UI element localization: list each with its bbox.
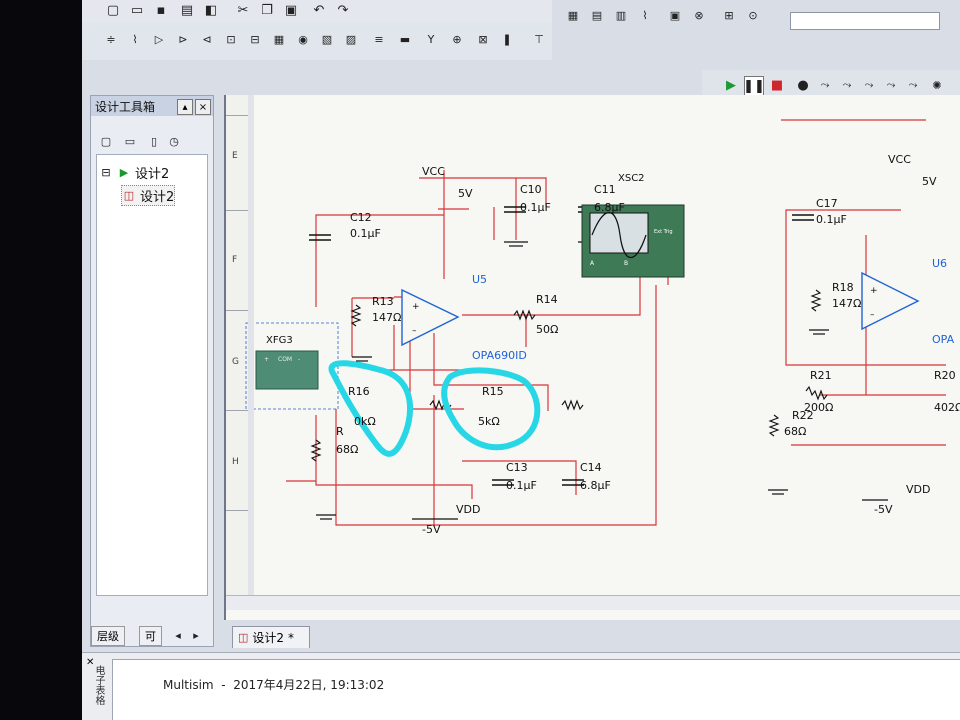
stop-icon[interactable]: ■ — [768, 76, 786, 94]
message-timestamp: 2017年4月22日, 19:13:02 — [233, 678, 385, 692]
spreadsheet-view: ✕ 电子表格 Multisim - 2017年4月22日, 19:13:02 — [82, 652, 960, 720]
print-icon[interactable]: ▤ — [178, 1, 196, 19]
horizontal-scrollbar[interactable] — [226, 595, 960, 610]
multisim-window: ▢ ▭ ▪ ▤ ◧ ✂ ❐ ▣ ↶ ↷ ≑ ⌇ ▷ ⊳ ⊲ ⊡ ⊟ ▦ ◉ ▧ … — [82, 0, 960, 720]
bus-icon[interactable]: ⊤ — [530, 30, 548, 48]
probe-power-icon[interactable]: ⤳ — [860, 76, 878, 94]
opamp-plus-sign: + — [870, 286, 878, 296]
wires — [286, 119, 946, 526]
message-separator: - — [221, 678, 226, 692]
new-file-icon[interactable]: ▢ — [104, 1, 122, 19]
capacitor-symbols — [309, 206, 814, 486]
schematic-sheet-icon: ◫ — [238, 631, 249, 644]
misc-icon[interactable]: ≡ — [370, 30, 388, 48]
copy-icon[interactable]: ❐ — [258, 1, 276, 19]
generator-pin-label: COM — [278, 356, 292, 363]
highlight-ring-r16 — [328, 360, 414, 457]
vertical-scrollbar[interactable] — [248, 95, 254, 595]
tree-item-label: 设计2 — [140, 190, 175, 205]
spreadsheet-icon[interactable]: ▤ — [588, 6, 606, 24]
design-history-icon[interactable]: ◷ — [165, 132, 183, 150]
redo-icon[interactable]: ↷ — [334, 1, 352, 19]
analog-icon[interactable]: ⊲ — [198, 30, 216, 48]
probe-current-icon[interactable]: ⤳ — [838, 76, 856, 94]
mcu-icon[interactable]: ▦ — [270, 30, 288, 48]
open-folder-icon[interactable]: ▭ — [128, 1, 146, 19]
tab-modified-mark: * — [288, 630, 295, 645]
run-icon[interactable]: ▶ — [722, 76, 740, 94]
paste-icon[interactable]: ▣ — [282, 1, 300, 19]
design-toolbox-panel: 设计工具箱 ▴ × ▢ ▭ ▯ ◷ ⊟ ▶ 设计2 ◫ 设计2 ◂ ▸ 层级 可… — [90, 95, 214, 679]
design-root-icon: ▶ — [119, 166, 129, 179]
opamp-minus-sign: – — [412, 326, 417, 336]
tab-visibility[interactable]: 可 — [139, 626, 162, 646]
probe-icon[interactable]: ● — [794, 76, 812, 94]
postprocessor-icon[interactable]: ▥ — [612, 6, 630, 24]
schematic-sheet-icon: ◫ — [123, 189, 135, 202]
panel-close-icon[interactable]: × — [195, 99, 211, 115]
transistor-icon[interactable]: ⊳ — [174, 30, 192, 48]
schematic-canvas[interactable]: E F G H + – + – + COM - Ext Trig A B VCC… — [224, 95, 960, 620]
tab-design2[interactable]: ◫ 设计2 * — [232, 626, 310, 648]
cmos-icon[interactable]: ⊟ — [246, 30, 264, 48]
panel-tabs: 层级 可 ◂ ▸ — [91, 626, 213, 646]
database-icon[interactable]: ▣ — [666, 6, 684, 24]
design-hierarchy-tree: ⊟ ▶ 设计2 ◫ 设计2 ◂ ▸ — [96, 154, 208, 679]
spreadsheet-side-tab[interactable]: 电子表格 — [90, 665, 106, 717]
antenna-icon[interactable]: Y — [422, 30, 440, 48]
collapse-icon[interactable]: ⊟ — [99, 166, 113, 180]
connector-icon[interactable]: ❚ — [498, 30, 516, 48]
result-message: Multisim - 2017年4月22日, 19:13:02 — [163, 676, 384, 693]
grapher-icon[interactable]: ⌇ — [636, 6, 654, 24]
pause-icon[interactable]: ❚❚ — [743, 76, 765, 96]
in-use-list-dropdown[interactable] — [790, 12, 940, 30]
cut-icon[interactable]: ✂ — [234, 1, 252, 19]
probe-settings-icon[interactable]: ✺ — [928, 76, 946, 94]
save-design-icon[interactable]: ▯ — [145, 132, 163, 150]
indicator-icon[interactable]: ◉ — [294, 30, 312, 48]
probe-ref-icon[interactable]: ⤳ — [904, 76, 922, 94]
tab-next-icon[interactable]: ▸ — [187, 626, 205, 644]
resistor-icon[interactable]: ⌇ — [126, 30, 144, 48]
scope-trigger-label: Ext Trig — [654, 229, 673, 235]
component-toolbar: ≑ ⌇ ▷ ⊳ ⊲ ⊡ ⊟ ▦ ◉ ▧ ▨ ≡ ▬ Y ⊕ ⊠ ❚ ⊤ — [82, 22, 552, 60]
tab-label: 设计2 — [252, 631, 285, 645]
tree-item-sheet[interactable]: ◫ 设计2 — [121, 185, 176, 206]
hierarchy-icon[interactable]: ⊞ — [720, 6, 738, 24]
ttl-icon[interactable]: ⊡ — [222, 30, 240, 48]
ladder-icon[interactable]: ⊠ — [474, 30, 492, 48]
open-design-icon[interactable]: ▭ — [121, 132, 139, 150]
opamp-u6-symbol[interactable] — [861, 271, 920, 331]
erc-icon[interactable]: ⊙ — [744, 6, 762, 24]
generator-pin-label: + — [264, 356, 269, 363]
probe-voltage-icon[interactable]: ⤳ — [816, 76, 834, 94]
undo-icon[interactable]: ↶ — [310, 1, 328, 19]
electromech-icon[interactable]: ⊕ — [448, 30, 466, 48]
opamp-u5-symbol[interactable] — [401, 288, 460, 347]
print-preview-icon[interactable]: ◧ — [202, 1, 220, 19]
panel-float-icon[interactable]: ▴ — [177, 99, 193, 115]
mixed-icon[interactable]: ▧ — [318, 30, 336, 48]
probe-diff-icon[interactable]: ⤳ — [882, 76, 900, 94]
grid-toggle-icon[interactable]: ▦ — [564, 6, 582, 24]
advanced-icon[interactable]: ▬ — [396, 30, 414, 48]
scope-pin-b: B — [624, 260, 628, 267]
tab-prev-icon[interactable]: ◂ — [169, 626, 187, 644]
tree-item-root[interactable]: ⊟ ▶ 设计2 — [99, 163, 169, 182]
opamp-plus-sign: + — [412, 302, 420, 312]
diode-icon[interactable]: ▷ — [150, 30, 168, 48]
new-design-icon[interactable]: ▢ — [97, 132, 115, 150]
results-message-box: Multisim - 2017年4月22日, 19:13:02 — [112, 659, 960, 720]
generator-pin-label: - — [298, 356, 300, 363]
component-wizard-icon[interactable]: ⊗ — [690, 6, 708, 24]
source-icon[interactable]: ≑ — [102, 30, 120, 48]
power-icon[interactable]: ▨ — [342, 30, 360, 48]
message-app: Multisim — [163, 678, 214, 692]
tab-hierarchy[interactable]: 层级 — [91, 626, 125, 646]
schematic-drawing: + – + – + COM - Ext Trig A B — [245, 119, 946, 526]
oscilloscope-screen — [589, 212, 649, 254]
opamp-minus-sign: – — [870, 310, 875, 320]
tree-item-label: 设计2 — [135, 167, 170, 182]
save-icon[interactable]: ▪ — [152, 1, 170, 19]
